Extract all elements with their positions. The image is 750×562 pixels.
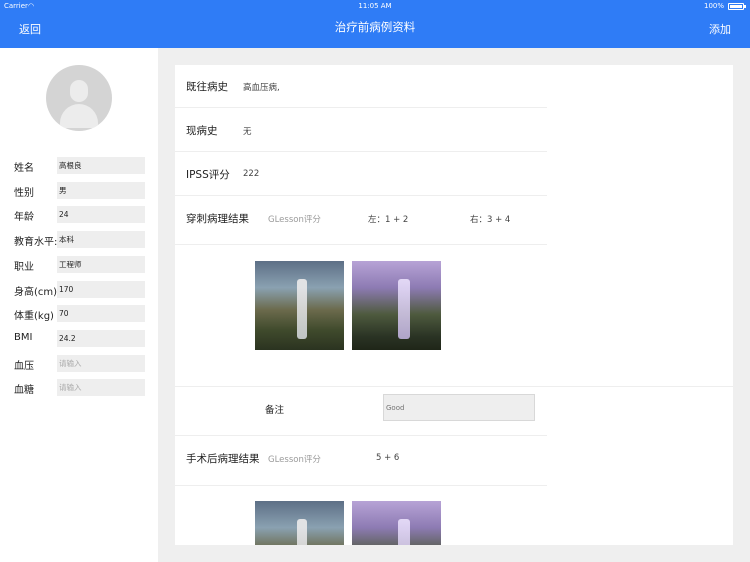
info-row-bmi: BMI — [0, 330, 158, 348]
name-field[interactable] — [57, 157, 145, 174]
info-label: 姓名 — [14, 163, 34, 174]
ipss-value[interactable]: 222 — [243, 169, 259, 179]
info-label: 年龄 — [14, 212, 34, 223]
divider — [175, 435, 547, 436]
history-label: 既往病史 — [186, 81, 228, 93]
info-row-blood-sugar: 血糖 — [0, 379, 158, 397]
biopsy-left-score[interactable]: 左：1 + 2 — [368, 213, 408, 225]
bmi-field[interactable] — [57, 330, 145, 347]
divider — [175, 107, 547, 108]
info-row-blood-pressure: 血压 — [0, 355, 158, 373]
remark-label: 备注 — [265, 405, 285, 416]
postop-score-label: GLesson评分 — [268, 455, 321, 465]
education-field[interactable] — [57, 231, 145, 248]
info-row-age: 年龄 — [0, 206, 158, 224]
medical-record-card: 既往病史 高血压病, 现病史 无 IPSS评分 222 穿刺病理结果 GLess… — [175, 65, 733, 545]
gender-field[interactable] — [57, 182, 145, 199]
info-row-gender: 性别 — [0, 182, 158, 200]
ipss-label: IPSS评分 — [186, 169, 230, 181]
info-label: 血压 — [14, 361, 34, 372]
biopsy-image-2[interactable] — [352, 261, 441, 350]
info-label: 职业 — [14, 262, 34, 273]
info-label: 血糖 — [14, 385, 34, 396]
avatar-head-shape — [70, 80, 88, 102]
avatar-body-shape — [60, 104, 98, 128]
avatar[interactable] — [46, 65, 112, 131]
divider — [175, 151, 547, 152]
divider — [175, 485, 547, 486]
postop-image-1[interactable] — [255, 501, 344, 545]
history-value[interactable]: 高血压病, — [243, 81, 280, 93]
status-time: 11:05 AM — [358, 2, 392, 10]
biopsy-right-score[interactable]: 右：3 + 4 — [470, 213, 510, 225]
info-label: 身高(cm) — [14, 287, 58, 298]
divider — [175, 386, 733, 387]
info-label: 性别 — [14, 188, 34, 199]
remark-input[interactable] — [383, 394, 535, 421]
divider — [175, 244, 547, 245]
age-field[interactable] — [57, 206, 145, 223]
info-label: BMI — [14, 332, 33, 343]
blood-sugar-field[interactable] — [57, 379, 145, 396]
occupation-field[interactable] — [57, 256, 145, 273]
status-bar: Carrier ◠ 11:05 AM 100% — [0, 0, 750, 12]
patient-info-panel: 姓名 性别 年龄 教育水平: 职业 身高(cm) 体重(kg) BMI 血压 血… — [0, 48, 158, 562]
info-row-weight: 体重(kg) — [0, 305, 158, 323]
info-row-occupation: 职业 — [0, 256, 158, 274]
biopsy-label: 穿刺病理结果 — [186, 213, 249, 225]
postop-score-value[interactable]: 5 + 6 — [376, 453, 399, 463]
info-row-name: 姓名 — [0, 157, 158, 175]
info-label: 教育水平: — [14, 237, 58, 248]
height-field[interactable] — [57, 281, 145, 298]
info-row-height: 身高(cm) — [0, 281, 158, 299]
postop-image-2[interactable] — [352, 501, 441, 545]
battery-icon — [728, 3, 746, 10]
current-illness-label: 现病史 — [186, 125, 218, 137]
page-title: 治疗前病例资料 — [334, 20, 416, 34]
info-row-education: 教育水平: — [0, 231, 158, 249]
divider — [175, 195, 547, 196]
navigation-bar: Carrier ◠ 11:05 AM 100% 返回 治疗前病例资料 添加 — [0, 0, 750, 48]
info-label: 体重(kg) — [14, 311, 54, 322]
battery-percent: 100% — [703, 2, 724, 10]
weight-field[interactable] — [57, 305, 145, 322]
add-button[interactable]: 添加 — [709, 21, 731, 37]
blood-pressure-field[interactable] — [57, 355, 145, 372]
postop-label: 手术后病理结果 — [186, 453, 260, 465]
current-illness-value[interactable]: 无 — [243, 125, 252, 137]
biopsy-score-label: GLesson评分 — [268, 215, 321, 225]
biopsy-image-1[interactable] — [255, 261, 344, 350]
